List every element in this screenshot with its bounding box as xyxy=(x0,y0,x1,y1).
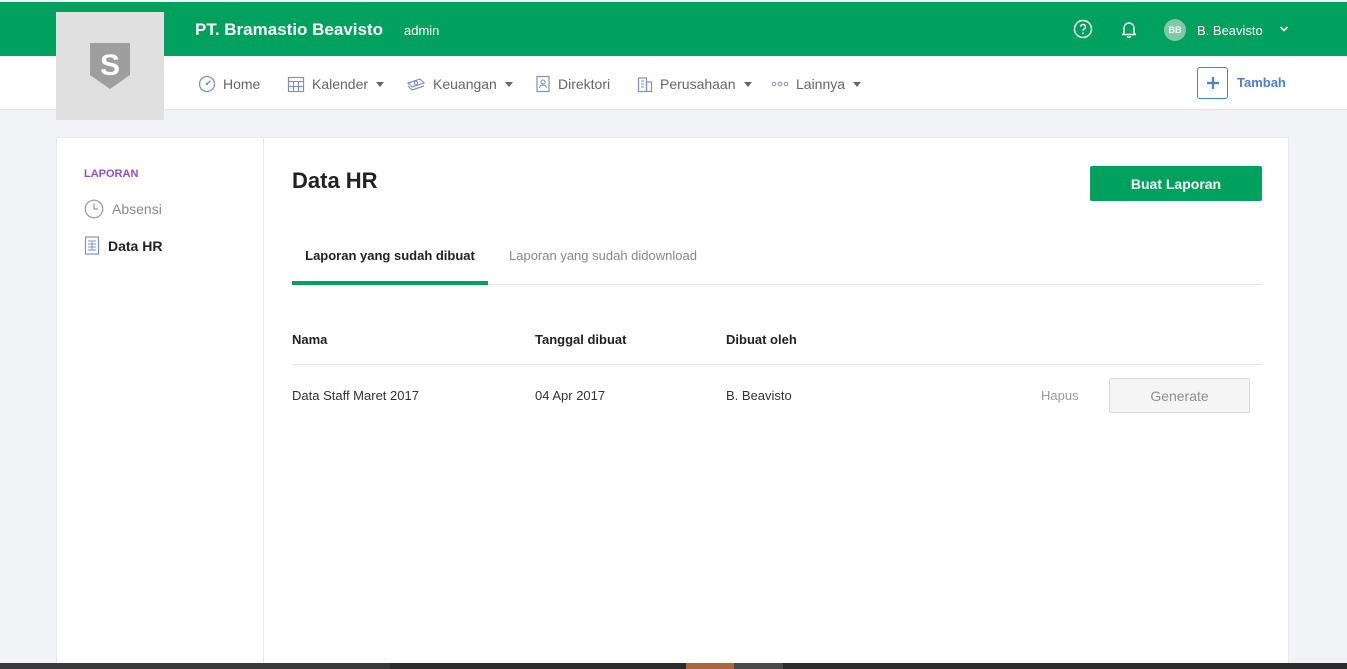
sidebar-item-absensi[interactable]: Absensi xyxy=(84,199,162,219)
generate-button[interactable]: Generate xyxy=(1109,378,1250,413)
caret-down-icon xyxy=(853,81,862,87)
page-title: Data HR xyxy=(292,168,378,193)
cell-created-by: B. Beavisto xyxy=(726,388,792,403)
logo-letter: S xyxy=(100,49,120,82)
add-button[interactable] xyxy=(1197,67,1228,99)
sidebar-label-absensi: Absensi xyxy=(112,201,162,217)
nav-label-keuangan: Keuangan xyxy=(433,76,497,92)
directory-icon xyxy=(536,75,550,93)
avatar[interactable]: BB xyxy=(1164,19,1186,41)
building-icon xyxy=(637,77,653,93)
taskbar-segment xyxy=(686,663,734,669)
clock-icon xyxy=(84,199,104,219)
tab-downloaded-reports[interactable]: Laporan yang sudah didownload xyxy=(509,238,697,285)
delete-link[interactable]: Hapus xyxy=(1041,388,1079,403)
nav-item-home[interactable]: Home xyxy=(198,75,260,93)
calendar-icon xyxy=(287,76,305,93)
caret-down-icon xyxy=(376,81,385,87)
taskbar-segment xyxy=(734,663,783,669)
content-panel: LAPORAN Absensi Data HR Data HR Buat Lap… xyxy=(56,137,1289,669)
company-name[interactable]: PT. Bramastio Beavisto xyxy=(195,20,383,40)
shield-logo-icon: S xyxy=(90,43,130,89)
column-header-date: Tanggal dibuat xyxy=(535,332,627,347)
nav-label-kalender: Kalender xyxy=(312,76,369,92)
report-tabs: Laporan yang sudah dibuat Laporan yang s… xyxy=(292,238,1262,285)
bell-icon[interactable] xyxy=(1119,19,1139,39)
nav-item-lainnya[interactable]: Lainnya xyxy=(771,75,862,93)
nav-label-perusahaan: Perusahaan xyxy=(660,76,736,92)
nav-label-lainnya: Lainnya xyxy=(796,76,846,92)
chevron-down-icon[interactable] xyxy=(1279,24,1289,34)
dots-icon xyxy=(771,81,789,87)
table-header: Nama Tanggal dibuat Dibuat oleh xyxy=(292,318,1262,365)
create-report-button[interactable]: Buat Laporan xyxy=(1090,166,1262,201)
help-icon[interactable] xyxy=(1073,19,1093,39)
caret-down-icon xyxy=(504,81,513,87)
caret-down-icon xyxy=(743,81,752,87)
gauge-icon xyxy=(198,75,216,93)
sidebar-heading: LAPORAN xyxy=(84,168,139,180)
sidebar-label-data-hr: Data HR xyxy=(108,237,163,254)
column-header-created-by: Dibuat oleh xyxy=(726,332,797,347)
nav-item-kalender[interactable]: Kalender xyxy=(287,75,385,93)
user-name[interactable]: B. Beavisto xyxy=(1197,23,1263,38)
nav-item-perusahaan[interactable]: Perusahaan xyxy=(637,75,752,93)
document-icon xyxy=(84,236,100,255)
user-role: admin xyxy=(404,23,440,38)
nav-item-keuangan[interactable]: Keuangan xyxy=(406,75,513,93)
plus-icon xyxy=(1206,77,1219,89)
tab-created-reports[interactable]: Laporan yang sudah dibuat xyxy=(292,238,488,285)
money-icon xyxy=(406,78,426,91)
nav-label-direktori: Direktori xyxy=(558,76,611,92)
table-row: Data Staff Maret 2017 04 Apr 2017 B. Bea… xyxy=(292,365,1262,427)
report-sidebar: LAPORAN Absensi Data HR xyxy=(57,138,264,669)
cell-name: Data Staff Maret 2017 xyxy=(292,388,419,403)
column-header-name: Nama xyxy=(292,332,328,347)
nav-label-home: Home xyxy=(223,76,261,92)
add-label[interactable]: Tambah xyxy=(1237,75,1286,90)
sidebar-item-data-hr[interactable]: Data HR xyxy=(84,236,162,255)
cell-date: 04 Apr 2017 xyxy=(535,388,606,403)
company-logo[interactable]: S xyxy=(56,12,164,120)
nav-item-direktori[interactable]: Direktori xyxy=(535,75,610,93)
taskbar-segment xyxy=(0,663,390,669)
